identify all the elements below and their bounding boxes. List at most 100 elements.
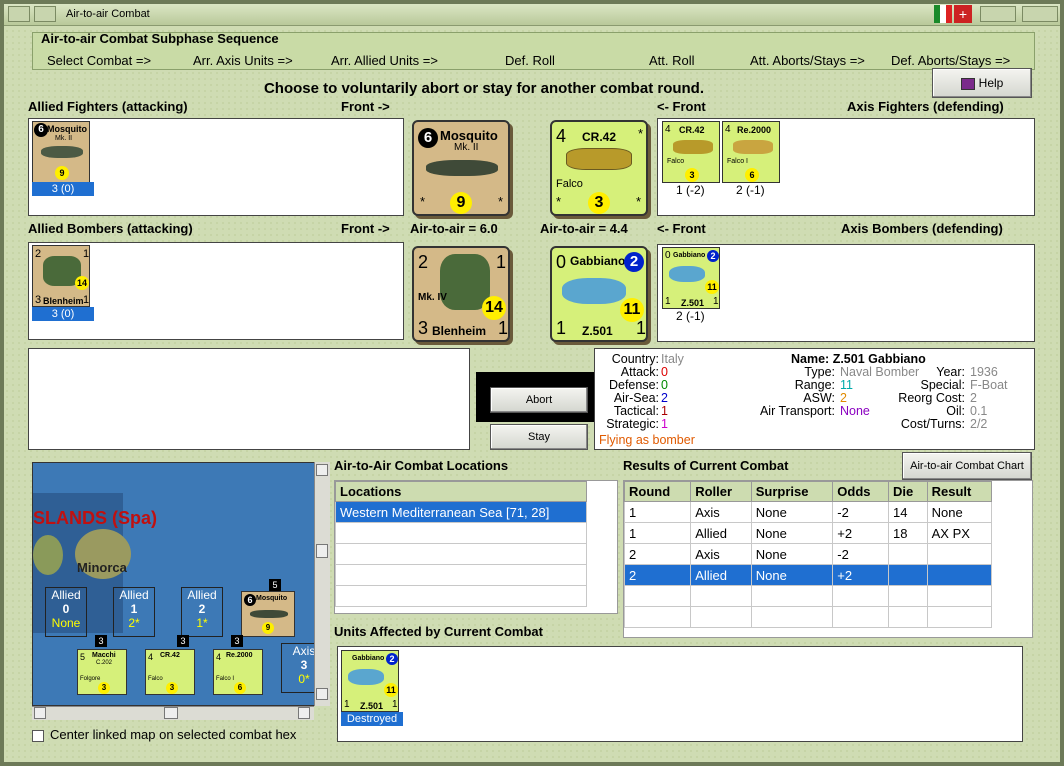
cr42-small-name: CR.42 <box>679 125 705 135</box>
step-att-aborts: Att. Aborts/Stays => <box>750 53 865 68</box>
affected-z501-badge: 2 <box>386 653 398 665</box>
affected-status: Destroyed <box>341 712 403 726</box>
results-row[interactable] <box>623 606 993 628</box>
results-cell <box>888 564 928 586</box>
window-minimize-button[interactable] <box>34 6 56 22</box>
mosquito-small-counter[interactable]: 6 Mosquito Mk. II 9 <box>32 121 90 183</box>
map-macchi-counter[interactable]: 5 Macchi C.202 Folgore 3 <box>77 649 127 695</box>
results-header-odds: Odds <box>832 481 890 502</box>
blenheim-small-name: Blenheim <box>43 296 84 306</box>
results-cell: +2 <box>832 564 890 586</box>
z501-tile-br: 1 <box>636 318 647 338</box>
location-row[interactable] <box>335 564 587 586</box>
step-att-roll: Att. Roll <box>649 53 695 68</box>
map-mosquito-counter[interactable]: 6 Mosquito 9 <box>241 591 295 637</box>
linked-map[interactable]: SLANDS (Spa) Minorca Allied 0 None Allie… <box>32 462 330 706</box>
allied-bombers-box[interactable]: 2 1 14 3 Blenheim 1 3 (0) <box>28 242 404 340</box>
affected-units-box[interactable]: Gabbiano 2 11 1 Z.501 1 Destroyed <box>337 646 1023 742</box>
location-row[interactable] <box>335 585 587 607</box>
results-row-selected[interactable]: 2 Allied None +2 <box>623 564 993 586</box>
center-map-checkbox[interactable] <box>32 730 44 742</box>
scroll-left-icon[interactable] <box>34 707 46 719</box>
location-row[interactable] <box>335 522 587 544</box>
results-header-result: Result <box>926 481 993 502</box>
z501-tile-bl: 1 <box>556 318 567 338</box>
results-row[interactable]: 1 Allied None +2 18 AX PX <box>623 522 993 544</box>
map-horizontal-scrollbar[interactable] <box>32 706 314 720</box>
map-box-0[interactable]: Allied 0 None <box>45 587 87 637</box>
map-box-2[interactable]: Allied 2 1* <box>181 587 223 637</box>
window-menu-button[interactable] <box>8 6 30 22</box>
map-box-0-sub: None <box>51 616 81 630</box>
map-box-1[interactable]: Allied 1 2* <box>113 587 155 637</box>
unit-info-panel: Country: Attack: Defense: Air-Sea: Tacti… <box>594 348 1035 450</box>
re2000-small-counter[interactable]: 4 Re.2000 Falco I 6 <box>722 121 780 183</box>
vertical-scroll-thumb[interactable] <box>316 544 328 558</box>
results-cell: None <box>750 564 834 586</box>
mosquito-top-value: 6 <box>34 123 48 137</box>
results-row[interactable] <box>623 585 993 607</box>
z501-small-counter[interactable]: 0 Gabbiano 2 11 1 Z.501 1 <box>662 247 720 309</box>
results-table-box[interactable]: Round Roller Surprise Odds Die Result 1A… <box>623 480 1033 638</box>
map-stack-count-2: 3 <box>177 635 189 647</box>
results-cell: 2 <box>623 564 692 586</box>
map-re2000-name: Re.2000 <box>226 652 253 659</box>
mosquito-tile[interactable]: 6 Mosquito Mk. II * 9 * <box>412 120 510 216</box>
locations-title: Air-to-Air Combat Locations <box>334 458 509 473</box>
combat-chart-button[interactable]: Air-to-air Combat Chart <box>902 452 1032 480</box>
horizontal-scroll-thumb[interactable] <box>164 707 178 719</box>
mosquito-tile-top: 6 <box>418 128 438 148</box>
help-label: Help <box>978 76 1004 90</box>
allied-fighters-box[interactable]: 6 Mosquito Mk. II 9 3 (0) <box>28 118 404 216</box>
window-restore-button[interactable] <box>980 6 1016 22</box>
axis-fighters-box[interactable]: 4 CR.42 Falco 3 4 Re.2000 Falco I 6 1 (-… <box>657 118 1035 216</box>
mosquito-tile-star-left: * <box>420 194 426 209</box>
re2000-small-plane-icon <box>733 140 773 154</box>
location-row[interactable]: Western Mediterranean Sea [71, 28] <box>335 501 587 523</box>
results-row[interactable]: 2 Axis None -2 <box>623 543 993 565</box>
results-cell: Axis <box>690 543 752 565</box>
costturns-value: 2/2 <box>970 417 988 431</box>
axis-air-to-air-label: Air-to-air = 4.4 <box>540 221 628 236</box>
mosquito-plane-icon <box>41 146 83 158</box>
scroll-right-icon[interactable] <box>298 707 310 719</box>
cr42-small-top: 4 <box>665 124 671 135</box>
map-mosquito-value: 9 <box>262 622 274 634</box>
locations-list[interactable]: Locations Western Mediterranean Sea [71,… <box>334 480 618 614</box>
location-row[interactable] <box>335 543 587 565</box>
window-close-button[interactable] <box>1022 6 1058 22</box>
scroll-down-icon[interactable] <box>316 688 328 700</box>
map-re2000-sub: Falco I <box>216 676 235 682</box>
results-cell: Allied <box>690 564 752 586</box>
results-row[interactable]: 1 Axis None -2 14 None <box>623 501 993 523</box>
blenheim-small-counter[interactable]: 2 1 14 3 Blenheim 1 <box>32 245 90 307</box>
axis-bombers-box[interactable]: 0 Gabbiano 2 11 1 Z.501 1 2 (-1) <box>657 244 1035 342</box>
affected-z501-counter[interactable]: Gabbiano 2 11 1 Z.501 1 <box>341 650 399 712</box>
z501-tile[interactable]: 0 Gabbiano 2 11 1 Z.501 1 <box>550 246 648 342</box>
blenheim-small-tr: 1 <box>83 248 90 260</box>
title-bar: Air-to-air Combat + <box>4 4 1060 26</box>
scroll-up-icon[interactable] <box>316 464 328 476</box>
blenheim-tile[interactable]: 2 1 Mk. IV 14 3 Blenheim 1 <box>412 246 510 342</box>
map-re2000-counter[interactable]: 4 Re.2000 Falco I 6 <box>213 649 263 695</box>
z501-status: 2 (-1) <box>676 309 705 323</box>
map-macchi-value: 3 <box>98 682 110 694</box>
help-button[interactable]: Help <box>932 68 1032 98</box>
results-cell: 2 <box>623 543 692 565</box>
abort-label: Abort <box>525 394 553 406</box>
step-def-aborts: Def. Aborts/Stays => <box>891 53 1011 68</box>
map-box-2-sub: 1* <box>196 616 208 630</box>
map-vertical-scrollbar[interactable] <box>314 462 330 706</box>
name-value: Z.501 Gabbiano <box>832 352 926 366</box>
re2000-small-name: Re.2000 <box>737 125 772 135</box>
map-re2000-top: 4 <box>216 652 222 662</box>
cr42-tile[interactable]: 4 CR.42 * Falco * 3 * <box>550 120 648 216</box>
mosquito-small-value: 9 <box>55 166 69 180</box>
combat-chart-label: Air-to-air Combat Chart <box>910 460 1024 472</box>
cr42-small-counter[interactable]: 4 CR.42 Falco 3 <box>662 121 720 183</box>
map-cr42-counter[interactable]: 4 CR.42 Falco 3 <box>145 649 195 695</box>
blenheim-status: 3 (0) <box>32 307 94 321</box>
abort-button[interactable]: Abort <box>490 387 588 413</box>
stay-button[interactable]: Stay <box>490 424 588 450</box>
map-mosquito-top: 6 <box>244 594 256 606</box>
